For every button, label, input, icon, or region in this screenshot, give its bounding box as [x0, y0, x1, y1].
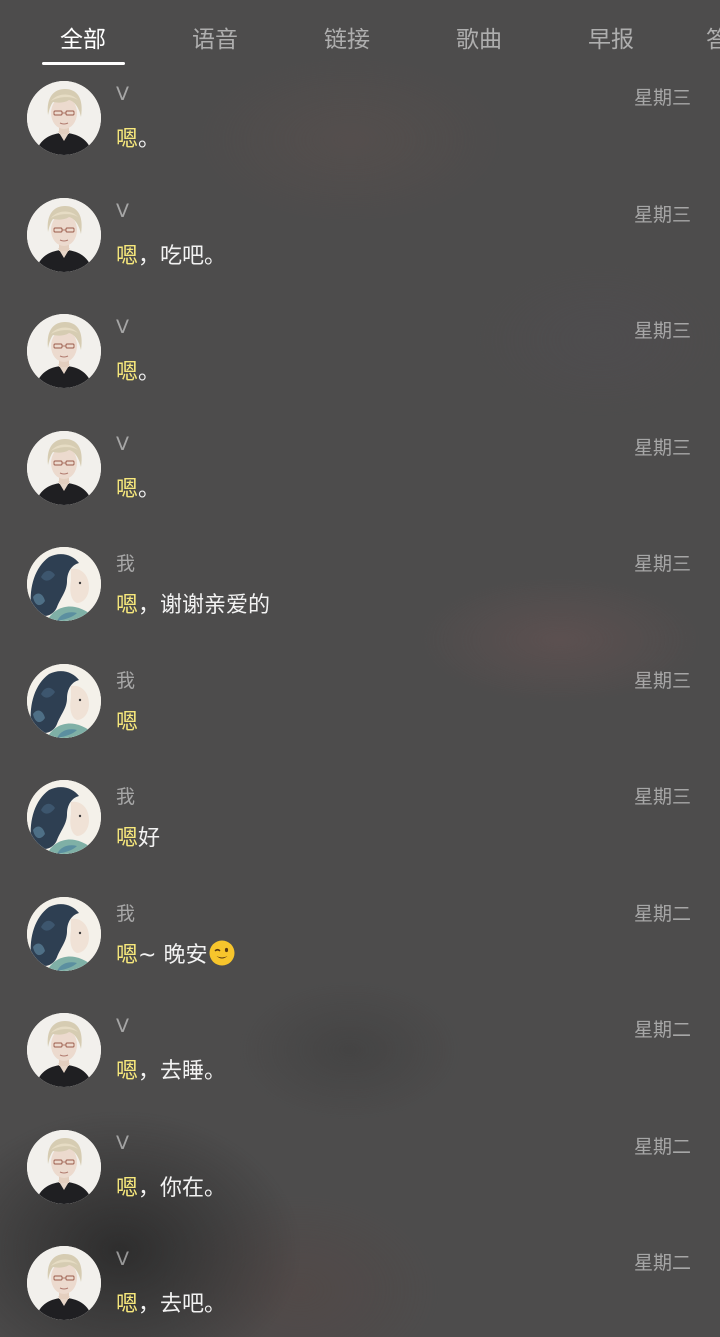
category-tab-bar: 全部 语音 链接 歌曲 早报 答 [0, 0, 720, 72]
me-avatar-icon[interactable] [27, 547, 101, 621]
search-highlight: 嗯 [116, 593, 139, 618]
search-highlight: 嗯 [116, 360, 139, 385]
sender-name: V [116, 432, 129, 455]
message-day: 星期三 [633, 203, 691, 226]
tab-all[interactable]: 全部 [60, 20, 106, 60]
search-highlight: 嗯 [116, 127, 139, 152]
search-highlight: 嗯 [116, 709, 139, 735]
message-row[interactable]: V 星期三嗯。 [0, 81, 720, 197]
message-text-rest: 。 [138, 476, 161, 502]
sender-name: V [116, 1248, 129, 1270]
message-text: 嗯。 [116, 471, 160, 503]
message-day: 星期三 [633, 553, 691, 575]
search-highlight: 嗯 [116, 826, 139, 851]
message-row[interactable]: V 星期三嗯，吃吧。 [0, 197, 720, 314]
message-text: 嗯 [116, 704, 138, 736]
message-text: 嗯，谢谢亲爱的 [116, 587, 270, 619]
sender-name: V [116, 1131, 129, 1154]
message-row[interactable]: V 星期二嗯，去吧。 [0, 1246, 720, 1337]
message-day: 星期二 [633, 1252, 691, 1274]
message-text-rest: ，吃吧。 [138, 243, 227, 269]
me-avatar-icon[interactable] [27, 896, 101, 971]
sender-name: V [116, 83, 129, 105]
v-avatar-icon[interactable] [27, 1013, 101, 1087]
v-avatar-icon[interactable] [27, 197, 101, 272]
active-tab-indicator [42, 62, 125, 65]
message-text: 嗯。 [116, 121, 160, 153]
v-avatar-icon[interactable] [27, 1129, 101, 1204]
search-highlight: 嗯 [116, 1059, 139, 1084]
message-text: 嗯，你在。 [116, 1170, 226, 1202]
sender-name: 我 [116, 902, 136, 925]
me-avatar-icon[interactable] [27, 663, 101, 738]
message-row[interactable]: V 星期二嗯，你在。 [0, 1129, 720, 1246]
search-highlight: 嗯 [116, 1175, 139, 1201]
wink-emoji-icon [209, 940, 235, 966]
message-text: 嗯，去睡。 [116, 1053, 226, 1085]
message-text: 嗯，去吧。 [116, 1286, 226, 1318]
message-text-rest: 。 [138, 360, 161, 385]
message-day: 星期二 [633, 1135, 691, 1158]
v-avatar-icon[interactable] [27, 81, 101, 155]
message-day: 星期三 [633, 436, 691, 459]
v-avatar-icon[interactable] [27, 314, 101, 388]
message-day: 星期三 [633, 786, 691, 808]
sender-name: 我 [116, 786, 136, 808]
search-highlight: 嗯 [116, 942, 139, 968]
message-row[interactable]: V 星期三嗯。 [0, 314, 720, 430]
message-text: 嗯 ~ 晚安 [116, 937, 235, 969]
message-text-rest: 好 [138, 826, 161, 851]
message-row[interactable]: V 星期三嗯。 [0, 430, 720, 547]
message-text-rest: 。 [138, 127, 161, 152]
message-row[interactable]: 我 星期三嗯，谢谢亲爱的 [0, 547, 720, 663]
tab-songs[interactable]: 歌曲 [456, 20, 502, 60]
message-text: 嗯，吃吧。 [116, 238, 226, 270]
sender-name: V [116, 199, 129, 222]
search-highlight: 嗯 [116, 476, 139, 502]
sender-name: V [116, 1015, 129, 1037]
tab-links[interactable]: 链接 [324, 20, 370, 60]
message-text-rest: ~ 晚安 [138, 942, 208, 968]
message-text-rest: ，去吧。 [138, 1292, 227, 1317]
tab-answers[interactable]: 答 [706, 20, 720, 60]
sender-name: 我 [116, 669, 136, 692]
message-row[interactable]: 我 星期二嗯 ~ 晚安 [0, 896, 720, 1013]
message-text: 嗯。 [116, 354, 160, 386]
message-row[interactable]: V 星期二嗯，去睡。 [0, 1013, 720, 1129]
message-row[interactable]: 我 星期三嗯好 [0, 780, 720, 896]
search-highlight: 嗯 [116, 243, 139, 269]
message-text-rest: ，你在。 [138, 1175, 227, 1201]
message-text-rest: ，去睡。 [138, 1059, 227, 1084]
v-avatar-icon[interactable] [27, 430, 101, 505]
message-text-rest: ，谢谢亲爱的 [138, 593, 271, 618]
tab-morning-report[interactable]: 早报 [588, 20, 634, 60]
message-day: 星期二 [633, 1019, 691, 1041]
message-row[interactable]: 我 星期三嗯 [0, 663, 720, 780]
sender-name: 我 [116, 553, 136, 575]
search-highlight: 嗯 [116, 1292, 139, 1317]
message-day: 星期三 [633, 669, 691, 692]
message-day: 星期二 [633, 902, 691, 925]
me-avatar-icon[interactable] [27, 780, 101, 854]
message-day: 星期三 [633, 87, 691, 109]
sender-name: V [116, 316, 129, 338]
tab-voice[interactable]: 语音 [192, 20, 238, 60]
message-text: 嗯好 [116, 820, 160, 852]
message-day: 星期三 [633, 320, 691, 342]
v-avatar-icon[interactable] [27, 1246, 101, 1320]
